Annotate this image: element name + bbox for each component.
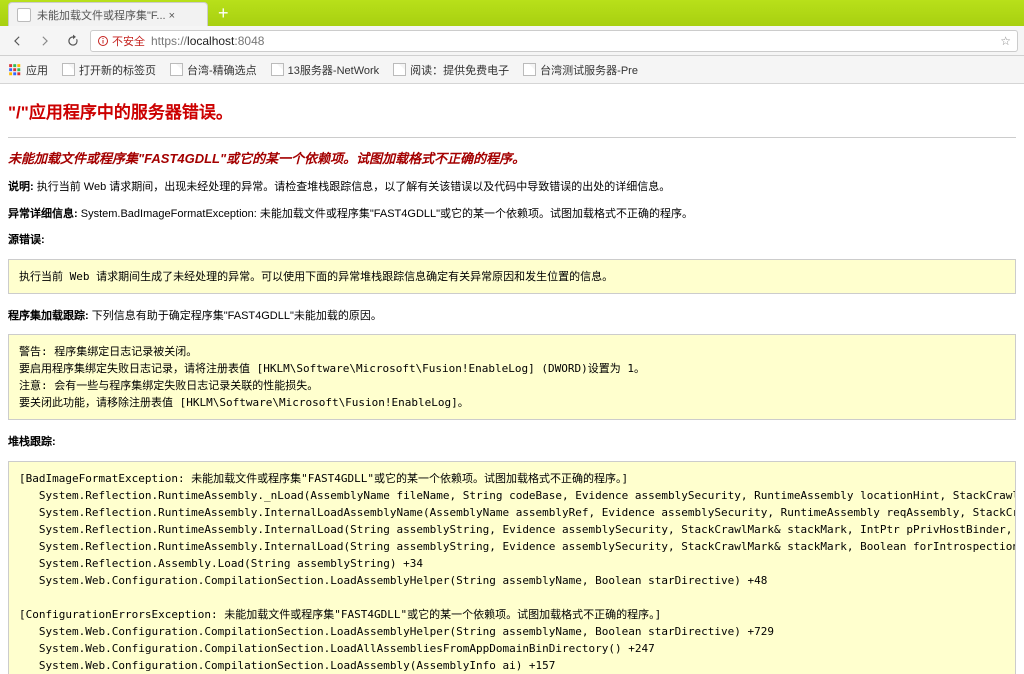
url-host: localhost [187,34,234,48]
address-toolbar: 不安全 https://localhost:8048 ☆ [0,26,1024,56]
tab-title: 未能加载文件或程序集"F... × [37,7,175,23]
bookmark-label: 台湾-精确选点 [187,62,257,78]
page-icon [170,63,183,76]
bookmark-item[interactable]: 打开新的标签页 [62,62,156,78]
divider [8,137,1016,138]
apps-icon [8,63,22,77]
description-label: 说明: [8,181,34,193]
apps-label: 应用 [26,62,48,78]
security-label: 不安全 [112,33,145,49]
page-title: "/"应用程序中的服务器错误。 [8,98,1016,123]
description-text: 执行当前 Web 请求期间，出现未经处理的异常。请检查堆栈跟踪信息，以了解有关该… [34,181,671,193]
page-favicon [17,8,31,22]
bookmarks-bar: 应用 打开新的标签页 台湾-精确选点 13服务器-NetWork 阅读：提供免费… [0,56,1024,84]
fusion-log-warning-box: 警告: 程序集绑定日志记录被关闭。 要启用程序集绑定失败日志记录，请将注册表值 … [8,334,1016,420]
bookmark-label: 打开新的标签页 [79,62,156,78]
new-tab-button[interactable]: + [208,3,239,24]
source-error-label: 源错误: [8,232,1016,249]
url-text: https://localhost:8048 [151,34,264,48]
bookmark-label: 13服务器-NetWork [288,62,379,78]
address-bar[interactable]: 不安全 https://localhost:8048 ☆ [90,30,1018,52]
bookmark-star-icon[interactable]: ☆ [1000,34,1011,48]
exception-detail-label: 异常详细信息: [8,208,78,220]
bookmark-item[interactable]: 13服务器-NetWork [271,62,379,78]
assembly-trace-line: 程序集加载跟踪: 下列信息有助于确定程序集"FAST4GDLL"未能加载的原因。 [8,308,1016,325]
url-proto: https:// [151,34,187,48]
exception-detail-text: System.BadImageFormatException: 未能加载文件或程… [78,208,693,220]
apps-button[interactable]: 应用 [8,62,48,78]
security-indicator[interactable]: 不安全 [97,33,145,49]
page-content: "/"应用程序中的服务器错误。 未能加载文件或程序集"FAST4GDLL"或它的… [0,84,1024,674]
browser-tabstrip: 未能加载文件或程序集"F... × + [0,0,1024,26]
bookmark-label: 台湾测试服务器-Pre [540,62,638,78]
browser-tab[interactable]: 未能加载文件或程序集"F... × [8,2,208,26]
stack-trace-label: 堆栈跟踪: [8,434,1016,451]
error-subtitle: 未能加载文件或程序集"FAST4GDLL"或它的某一个依赖项。试图加载格式不正确… [8,148,1016,167]
back-button[interactable] [6,30,28,52]
bookmark-item[interactable]: 台湾测试服务器-Pre [523,62,638,78]
info-icon [97,35,109,47]
bookmark-item[interactable]: 阅读：提供免费电子 [393,62,509,78]
page-icon [62,63,75,76]
source-error-box: 执行当前 Web 请求期间生成了未经处理的异常。可以使用下面的异常堆栈跟踪信息确… [8,259,1016,294]
url-port: :8048 [234,34,264,48]
page-icon [523,63,536,76]
stack-trace-box: [BadImageFormatException: 未能加载文件或程序集"FAS… [8,461,1016,674]
bookmark-label: 阅读：提供免费电子 [410,62,509,78]
reload-button[interactable] [62,30,84,52]
forward-button[interactable] [34,30,56,52]
page-icon [271,63,284,76]
bookmark-item[interactable]: 台湾-精确选点 [170,62,257,78]
page-icon [393,63,406,76]
exception-detail-line: 异常详细信息: System.BadImageFormatException: … [8,206,1016,223]
assembly-trace-label: 程序集加载跟踪: [8,310,89,322]
description-line: 说明: 执行当前 Web 请求期间，出现未经处理的异常。请检查堆栈跟踪信息，以了… [8,179,1016,196]
assembly-trace-text: 下列信息有助于确定程序集"FAST4GDLL"未能加载的原因。 [89,310,382,322]
